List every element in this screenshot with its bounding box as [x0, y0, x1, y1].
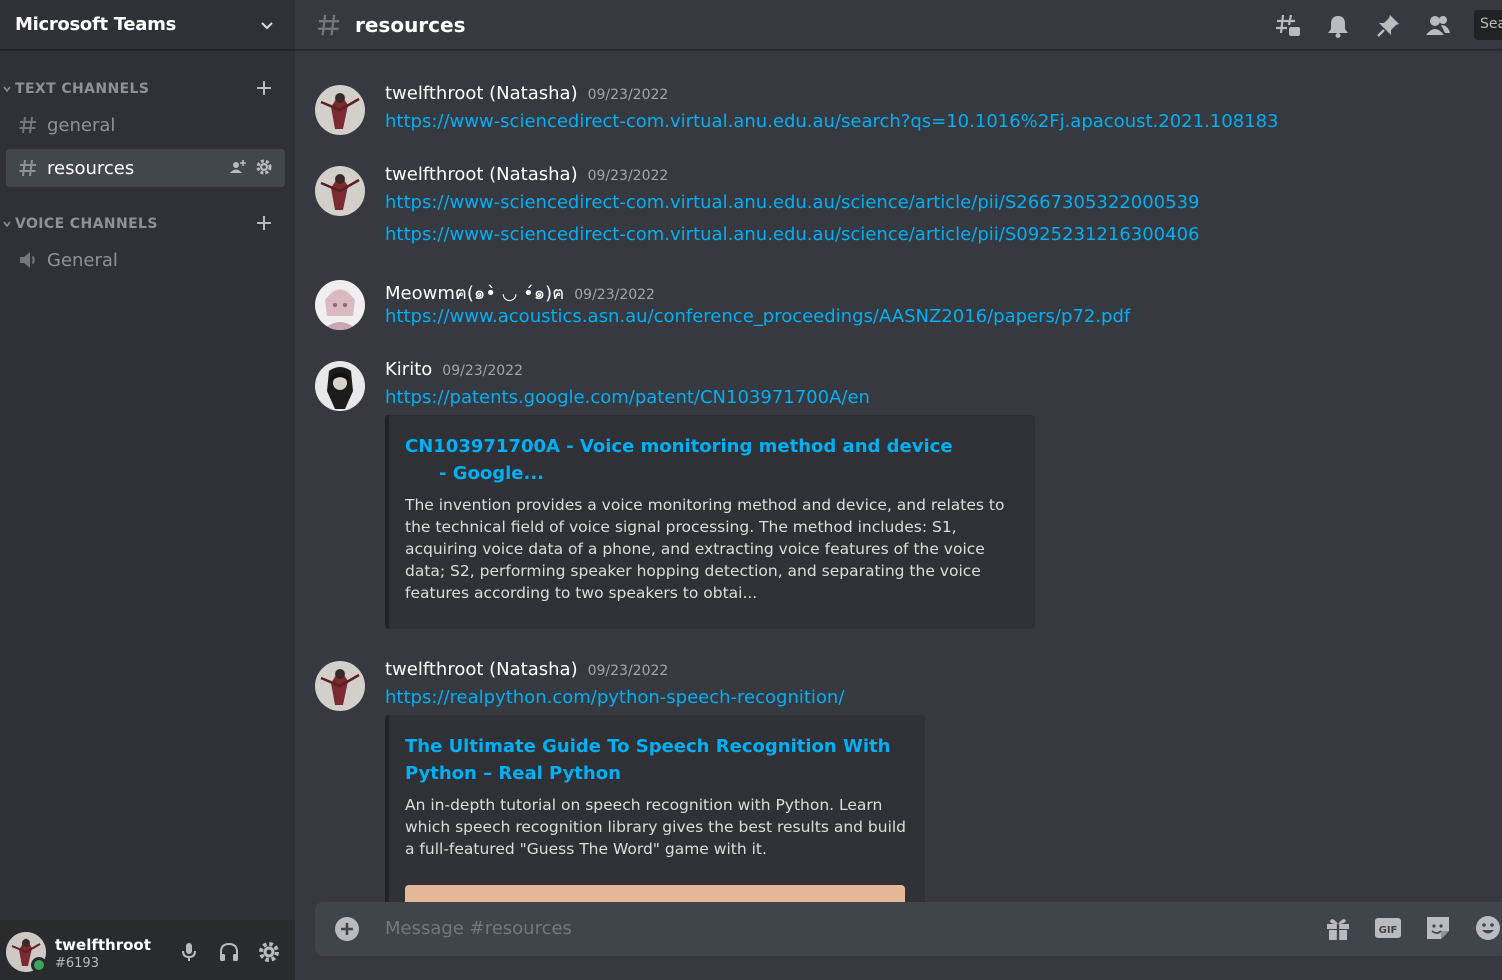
plus-icon[interactable] — [255, 79, 273, 97]
category-label: VOICE CHANNELS — [15, 216, 158, 232]
bell-icon[interactable] — [1324, 12, 1352, 40]
avatar[interactable] — [315, 166, 365, 216]
channel-item-general[interactable]: general — [6, 106, 285, 144]
category-label: TEXT CHANNELS — [15, 81, 150, 97]
chevron-down-icon — [3, 221, 11, 228]
user-tag: #6193 — [55, 956, 99, 971]
timestamp: 09/23/2022 — [442, 363, 523, 379]
channel-title: resources — [355, 12, 466, 37]
embed-image[interactable] — [405, 885, 905, 902]
chat-area: resources Search twelfthroot (Natasha) 0… — [295, 0, 1502, 980]
link-embed: The Ultimate Guide To Speech Recognition… — [385, 715, 925, 902]
avatar[interactable] — [315, 85, 365, 135]
author-name[interactable]: twelfthroot (Natasha) — [385, 659, 578, 680]
link-embed: CN103971700A - Voice monitoring method a… — [385, 415, 1035, 629]
embed-title-line[interactable]: CN103971700A - Voice monitoring method a… — [405, 433, 1019, 460]
headphones-icon[interactable] — [217, 940, 241, 964]
gear-icon[interactable] — [257, 940, 281, 964]
app-window: Microsoft Teams TEXT CHANNELS general re… — [0, 0, 1502, 980]
hash-icon — [19, 159, 36, 177]
author-name[interactable]: twelfthroot (Natasha) — [385, 164, 578, 185]
chevron-down-icon — [3, 86, 11, 93]
server-name: Microsoft Teams — [15, 14, 176, 35]
emoji-icon[interactable] — [1474, 914, 1502, 942]
author-name[interactable]: Meowmฅ(๑•̀ ◡ •́๑)ฅ — [385, 278, 564, 307]
message-link[interactable]: https://www-sciencedirect-com.virtual.an… — [385, 111, 1279, 132]
channel-label: General — [47, 249, 118, 271]
avatar[interactable] — [315, 661, 365, 711]
embed-title-line[interactable]: - Google... — [405, 460, 1019, 487]
author-name[interactable]: twelfthroot (Natasha) — [385, 83, 578, 104]
channel-header: resources Search — [295, 0, 1502, 50]
category-voice-channels[interactable]: VOICE CHANNELS — [0, 214, 295, 234]
message-link[interactable]: https://realpython.com/python-speech-rec… — [385, 687, 844, 708]
search-input[interactable]: Search — [1474, 10, 1502, 40]
avatar[interactable] — [315, 280, 365, 330]
status-online-indicator — [31, 957, 47, 973]
message-input[interactable]: Message #resources — [385, 918, 572, 939]
gear-icon[interactable] — [255, 158, 273, 176]
message-link[interactable]: https://www-sciencedirect-com.virtual.an… — [385, 192, 1199, 213]
gif-icon[interactable]: GIF — [1374, 914, 1402, 942]
user-panel: twelfthroot #6193 — [0, 920, 295, 980]
add-member-icon[interactable] — [229, 158, 247, 176]
channel-item-resources[interactable]: resources — [6, 149, 285, 187]
members-icon[interactable] — [1424, 12, 1452, 40]
message-link[interactable]: https://www.acoustics.asn.au/conference_… — [385, 306, 1130, 327]
chevron-down-icon — [261, 21, 273, 29]
category-text-channels[interactable]: TEXT CHANNELS — [0, 79, 295, 99]
avatar[interactable] — [315, 361, 365, 411]
channel-sidebar: Microsoft Teams TEXT CHANNELS general re… — [0, 0, 295, 980]
server-header[interactable]: Microsoft Teams — [0, 0, 295, 50]
username: twelfthroot — [55, 936, 151, 954]
message-link[interactable]: https://patents.google.com/patent/CN1039… — [385, 387, 870, 408]
message-list: twelfthroot (Natasha) 09/23/2022 https:/… — [295, 50, 1502, 902]
embed-title[interactable]: The Ultimate Guide To Speech Recognition… — [405, 733, 909, 787]
channel-label: resources — [47, 157, 135, 179]
timestamp: 09/23/2022 — [587, 87, 669, 103]
message-link[interactable]: https://www-sciencedirect-com.virtual.an… — [385, 224, 1199, 245]
hash-icon — [318, 14, 340, 35]
embed-description: The invention provides a voice monitorin… — [405, 496, 1005, 602]
embed-description: An in-depth tutorial on speech recogniti… — [405, 796, 907, 858]
timestamp: 09/23/2022 — [587, 168, 669, 184]
gift-icon[interactable] — [1324, 914, 1352, 942]
plus-icon[interactable] — [255, 214, 273, 232]
pin-icon[interactable] — [1374, 12, 1402, 40]
timestamp: 09/23/2022 — [574, 287, 655, 303]
sticker-icon[interactable] — [1424, 914, 1452, 942]
speaker-icon — [20, 252, 35, 268]
hash-icon — [19, 116, 36, 134]
microphone-icon[interactable] — [177, 940, 201, 964]
message-composer: Message #resources GIF — [315, 902, 1502, 956]
gif-label: GIF — [1379, 925, 1398, 936]
add-circle-icon[interactable] — [333, 915, 361, 943]
timestamp: 09/23/2022 — [587, 663, 669, 679]
embed-title[interactable]: CN103971700A - Voice monitoring method a… — [405, 433, 1019, 487]
channel-label: general — [47, 114, 116, 136]
voice-channel-item-general[interactable]: General — [6, 241, 285, 279]
threads-icon[interactable] — [1274, 12, 1302, 40]
author-name[interactable]: Kirito — [385, 359, 432, 380]
